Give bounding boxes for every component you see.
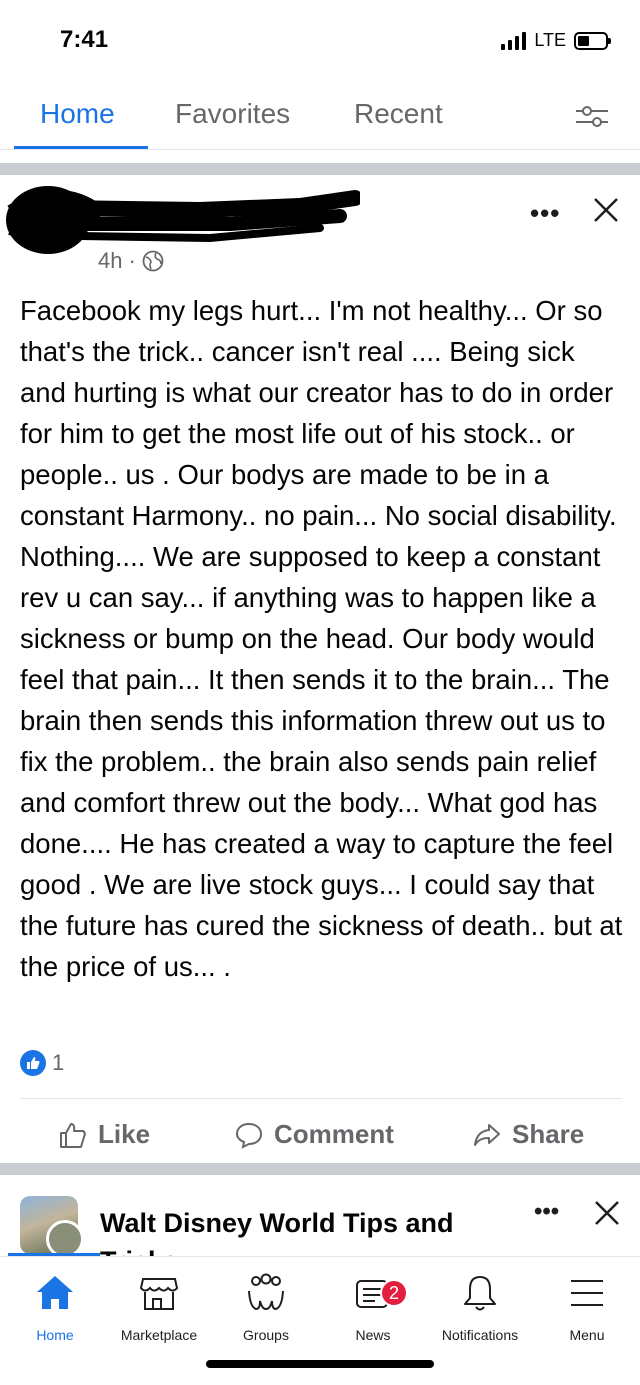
tab-favorites[interactable]: Favorites — [175, 98, 290, 130]
tab-home[interactable]: Home — [40, 98, 115, 130]
more-options-icon[interactable]: ••• — [530, 198, 560, 229]
share-icon — [474, 1123, 500, 1146]
nav-label: Notifications — [441, 1327, 519, 1343]
nav-groups[interactable]: Groups — [211, 1271, 321, 1343]
comment-button[interactable]: Comment — [234, 1119, 394, 1150]
marketplace-icon — [139, 1278, 179, 1310]
reaction-count: 1 — [52, 1050, 65, 1075]
feed-separator — [0, 163, 640, 175]
status-indicators: LTE — [501, 30, 611, 51]
avatar[interactable] — [46, 1220, 84, 1256]
nav-label: Marketplace — [120, 1327, 198, 1343]
home-indicator — [206, 1360, 434, 1368]
active-tab-indicator — [14, 146, 148, 149]
post-time: 4h — [98, 248, 123, 273]
post-body: Facebook my legs hurt... I'm not healthy… — [20, 295, 623, 982]
globe-icon — [142, 250, 164, 272]
nav-label: News — [355, 1327, 391, 1343]
comment-icon — [235, 1122, 263, 1149]
notification-badge: 2 — [380, 1279, 408, 1307]
tab-recent[interactable]: Recent — [354, 98, 443, 130]
feed-tabs: Home Favorites Recent — [0, 80, 640, 150]
feed-separator — [0, 1163, 640, 1175]
close-icon[interactable] — [590, 194, 622, 226]
more-options-icon[interactable]: ••• — [534, 1198, 559, 1226]
groups-icon — [248, 1273, 284, 1311]
home-icon — [37, 1276, 73, 1309]
nav-menu[interactable]: Menu — [532, 1271, 640, 1343]
like-reaction-icon — [20, 1050, 46, 1076]
comment-label: Comment — [274, 1119, 394, 1149]
share-label: Share — [512, 1119, 585, 1149]
meta-dot: · — [128, 248, 136, 273]
post-actions: Like Comment Share — [20, 1098, 622, 1168]
close-icon[interactable] — [592, 1198, 622, 1228]
status-time: 7:41 — [60, 26, 109, 53]
thumbs-up-icon — [60, 1122, 86, 1148]
battery-icon — [574, 31, 611, 50]
status-bar: 7:41 LTE — [0, 0, 640, 80]
post-header: 4h · ••• — [0, 176, 640, 276]
nav-news[interactable]: 2 News — [318, 1271, 428, 1343]
redaction-scribble — [6, 186, 360, 254]
share-button[interactable]: Share — [472, 1119, 584, 1150]
like-button[interactable]: Like — [58, 1119, 150, 1150]
nav-notifications[interactable]: Notifications — [425, 1271, 535, 1343]
post-meta: 4h · — [98, 248, 164, 274]
like-label: Like — [98, 1119, 151, 1149]
reaction-summary[interactable]: 1 — [20, 1050, 64, 1076]
bell-icon — [464, 1276, 496, 1311]
nav-home[interactable]: Home — [0, 1271, 110, 1343]
filter-icon[interactable] — [574, 102, 610, 130]
next-post-header: Walt Disney World Tips and Tricks ••• — [0, 1176, 640, 1256]
group-name[interactable]: Walt Disney World Tips and Tricks — [100, 1204, 500, 1256]
nav-label: Groups — [243, 1327, 289, 1343]
nav-label: Home — [36, 1327, 74, 1343]
nav-label: Menu — [569, 1327, 605, 1343]
nav-marketplace[interactable]: Marketplace — [104, 1271, 214, 1343]
signal-icon — [501, 31, 527, 50]
network-type: LTE — [534, 30, 566, 50]
menu-icon — [571, 1280, 603, 1306]
